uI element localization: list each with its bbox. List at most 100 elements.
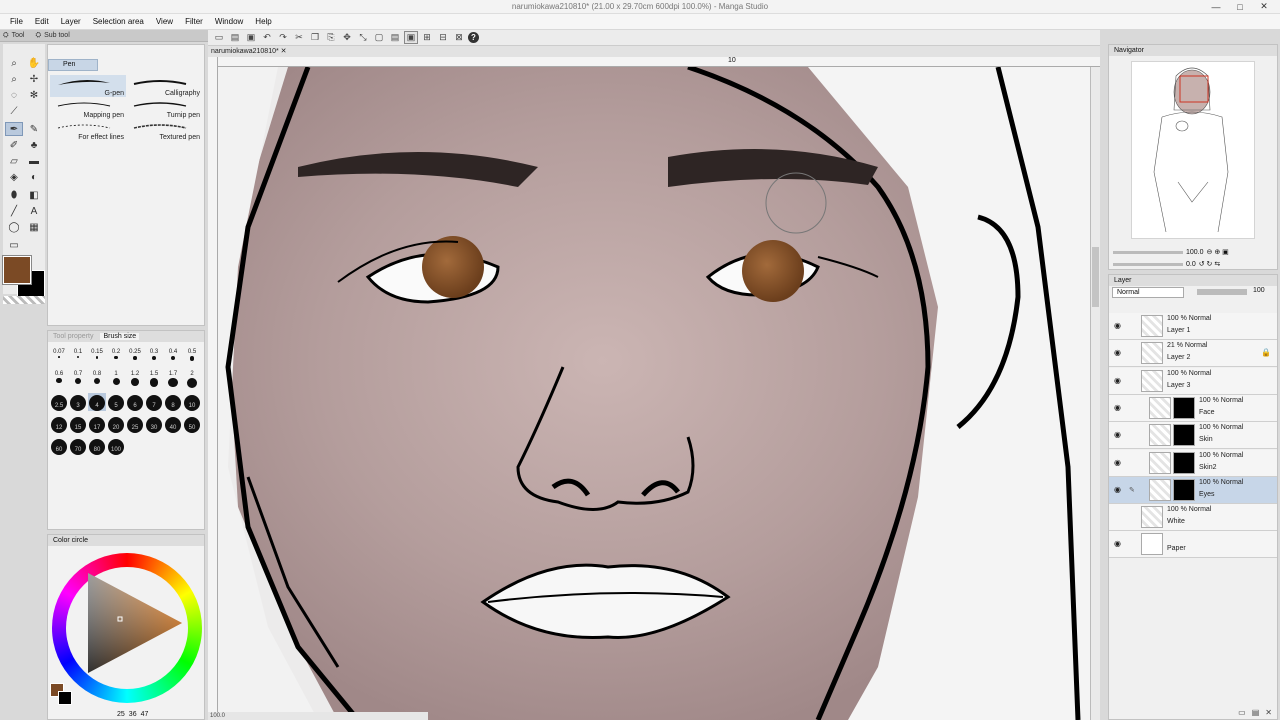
menu-view[interactable]: View bbox=[150, 17, 179, 26]
tab-brush-size[interactable]: Brush size bbox=[100, 333, 140, 340]
brush-size-option[interactable]: 17 bbox=[88, 415, 106, 433]
brush-size-option[interactable]: 0.25 bbox=[126, 349, 144, 367]
brush-size-option[interactable]: 0.7 bbox=[69, 371, 87, 389]
gradient-icon[interactable]: ◧ bbox=[25, 188, 43, 202]
menu-edit[interactable]: Edit bbox=[29, 17, 55, 26]
brush-size-option[interactable]: 15 bbox=[69, 415, 87, 433]
tab-layer[interactable]: Layer bbox=[1111, 277, 1135, 284]
brush-size-option[interactable]: 50 bbox=[183, 415, 201, 433]
brush-size-option[interactable]: 0.6 bbox=[50, 371, 68, 389]
color-swatches[interactable] bbox=[2, 255, 45, 306]
brush-size-option[interactable]: 1.5 bbox=[145, 371, 163, 389]
special-ruler-icon[interactable]: ⊠ bbox=[452, 31, 466, 44]
main-color[interactable] bbox=[2, 255, 32, 285]
brush-size-option[interactable]: 0.4 bbox=[164, 349, 182, 367]
brush-size-option[interactable]: 100 bbox=[107, 437, 125, 455]
brush-size-option[interactable]: 10 bbox=[183, 393, 201, 411]
eye-icon[interactable]: ◉ bbox=[1114, 348, 1121, 357]
menu-file[interactable]: File bbox=[4, 17, 29, 26]
brush-size-option[interactable]: 6 bbox=[126, 393, 144, 411]
eraser-icon[interactable]: ▱ bbox=[5, 154, 23, 168]
brush-size-option[interactable]: 80 bbox=[88, 437, 106, 455]
tab-navigator[interactable]: Navigator bbox=[1111, 47, 1147, 54]
new-icon[interactable]: ▭ bbox=[212, 31, 226, 44]
brush-size-option[interactable]: 5 bbox=[107, 393, 125, 411]
ruler-snap-icon[interactable]: ⊞ bbox=[420, 31, 434, 44]
save-icon[interactable]: ▣ bbox=[244, 31, 258, 44]
tab-tool-property[interactable]: Tool property bbox=[50, 333, 96, 340]
open-icon[interactable]: ▤ bbox=[228, 31, 242, 44]
ruler-icon[interactable]: ▭ bbox=[5, 238, 23, 252]
brush-g-pen[interactable]: G-pen bbox=[50, 75, 126, 97]
hand-icon[interactable]: ✋ bbox=[25, 56, 43, 70]
blend-mode-select[interactable]: Normal bbox=[1112, 287, 1184, 298]
brush-size-option[interactable]: 7 bbox=[145, 393, 163, 411]
navigator-angle-row[interactable]: 0.0 ↺ ↻ ⇆ bbox=[1113, 259, 1220, 269]
scale-icon[interactable]: ⤡ bbox=[356, 31, 370, 44]
text-icon[interactable]: A bbox=[25, 204, 43, 218]
layer-row[interactable]: ◉ 100 % Normal Face bbox=[1109, 394, 1277, 422]
brush-effect-lines[interactable]: For effect lines bbox=[50, 119, 126, 141]
transparent-color[interactable] bbox=[3, 296, 45, 304]
brush-textured-pen[interactable]: Textured pen bbox=[126, 119, 202, 141]
brush-size-option[interactable]: 0.3 bbox=[145, 349, 163, 367]
undo-icon[interactable]: ↶ bbox=[260, 31, 274, 44]
layer-row[interactable]: ◉ ✎ 100 % Normal Eyes bbox=[1109, 476, 1277, 504]
close-tab-icon[interactable]: ✕ bbox=[281, 48, 287, 55]
navigator-thumbnail[interactable] bbox=[1131, 61, 1255, 239]
navigator-zoom-row[interactable]: 100.0 ⊖ ⊕ ▣ bbox=[1113, 247, 1229, 257]
lock-icon[interactable]: 🔒 bbox=[1261, 348, 1271, 357]
brush-size-option[interactable]: 1 bbox=[107, 371, 125, 389]
brush-size-option[interactable]: 8 bbox=[164, 393, 182, 411]
minimize-button[interactable]: — bbox=[1204, 0, 1228, 13]
pencil-icon[interactable]: ✎ bbox=[25, 122, 43, 136]
fill-bucket-icon[interactable]: ⬮ bbox=[5, 188, 23, 202]
drawing-canvas[interactable] bbox=[218, 67, 1090, 720]
brush-size-option[interactable]: 40 bbox=[164, 415, 182, 433]
brush-size-option[interactable]: 2 bbox=[183, 371, 201, 389]
brush-size-option[interactable]: 3 bbox=[69, 393, 87, 411]
layer-row[interactable]: ◉ 100 % Normal Layer 3 bbox=[1109, 367, 1277, 395]
brush-size-option[interactable]: 1.7 bbox=[164, 371, 182, 389]
opacity-value[interactable]: 100 bbox=[1253, 287, 1265, 294]
layer-row[interactable]: ◉ 100 % Normal Skin bbox=[1109, 422, 1277, 450]
menu-help[interactable]: Help bbox=[249, 17, 277, 26]
fill-icon[interactable]: ◈ bbox=[5, 170, 23, 184]
frame-icon[interactable]: ▦ bbox=[25, 220, 43, 234]
smudge-icon[interactable]: ◐ bbox=[25, 170, 43, 184]
balloon-icon[interactable]: ◯ bbox=[5, 220, 23, 234]
brush-size-option[interactable]: 20 bbox=[107, 415, 125, 433]
clear-icon[interactable]: ▢ bbox=[372, 31, 386, 44]
brush-size-option[interactable]: 0.15 bbox=[88, 349, 106, 367]
vertical-scrollbar[interactable] bbox=[1090, 67, 1100, 720]
brush-size-option[interactable]: 70 bbox=[69, 437, 87, 455]
tab-color-circle[interactable]: Color circle bbox=[50, 537, 91, 544]
brush-calligraphy[interactable]: Calligraphy bbox=[126, 75, 202, 97]
brush-size-option[interactable]: 60 bbox=[50, 437, 68, 455]
brush-size-option[interactable]: 4 bbox=[88, 393, 106, 411]
eye-icon[interactable]: ◉ bbox=[1114, 485, 1121, 494]
opacity-slider[interactable] bbox=[1197, 289, 1247, 295]
brush-size-option[interactable]: 0.07 bbox=[50, 349, 68, 367]
brush-icon[interactable]: ✐ bbox=[5, 138, 23, 152]
fill-icon[interactable]: ▤ bbox=[388, 31, 402, 44]
layer-row[interactable]: ◉ Paper bbox=[1109, 531, 1277, 559]
eye-icon[interactable]: ◉ bbox=[1114, 539, 1121, 548]
blend-icon[interactable]: ▬ bbox=[25, 154, 43, 168]
grid-icon[interactable]: ⊟ bbox=[436, 31, 450, 44]
menu-layer[interactable]: Layer bbox=[55, 17, 87, 26]
zoom-icon[interactable]: ⌕ bbox=[5, 72, 23, 86]
eye-icon[interactable]: ◉ bbox=[1114, 321, 1121, 330]
sub-color-mini[interactable] bbox=[58, 691, 72, 705]
menu-window[interactable]: Window bbox=[209, 17, 249, 26]
cut-icon[interactable]: ✂ bbox=[292, 31, 306, 44]
brush-size-option[interactable]: 2.5 bbox=[50, 393, 68, 411]
close-button[interactable]: ✕ bbox=[1252, 0, 1276, 13]
eye-icon[interactable]: ◉ bbox=[1114, 430, 1121, 439]
brush-size-option[interactable]: 12 bbox=[50, 415, 68, 433]
menu-filter[interactable]: Filter bbox=[179, 17, 209, 26]
tool-panel-tab[interactable]: ⛭ Tool ⛭ Sub tool bbox=[0, 30, 208, 42]
brush-size-option[interactable]: 1.2 bbox=[126, 371, 144, 389]
layer-row[interactable]: ◉ 21 % Normal Layer 2 🔒 bbox=[1109, 340, 1277, 368]
color-triangle[interactable] bbox=[84, 565, 184, 675]
